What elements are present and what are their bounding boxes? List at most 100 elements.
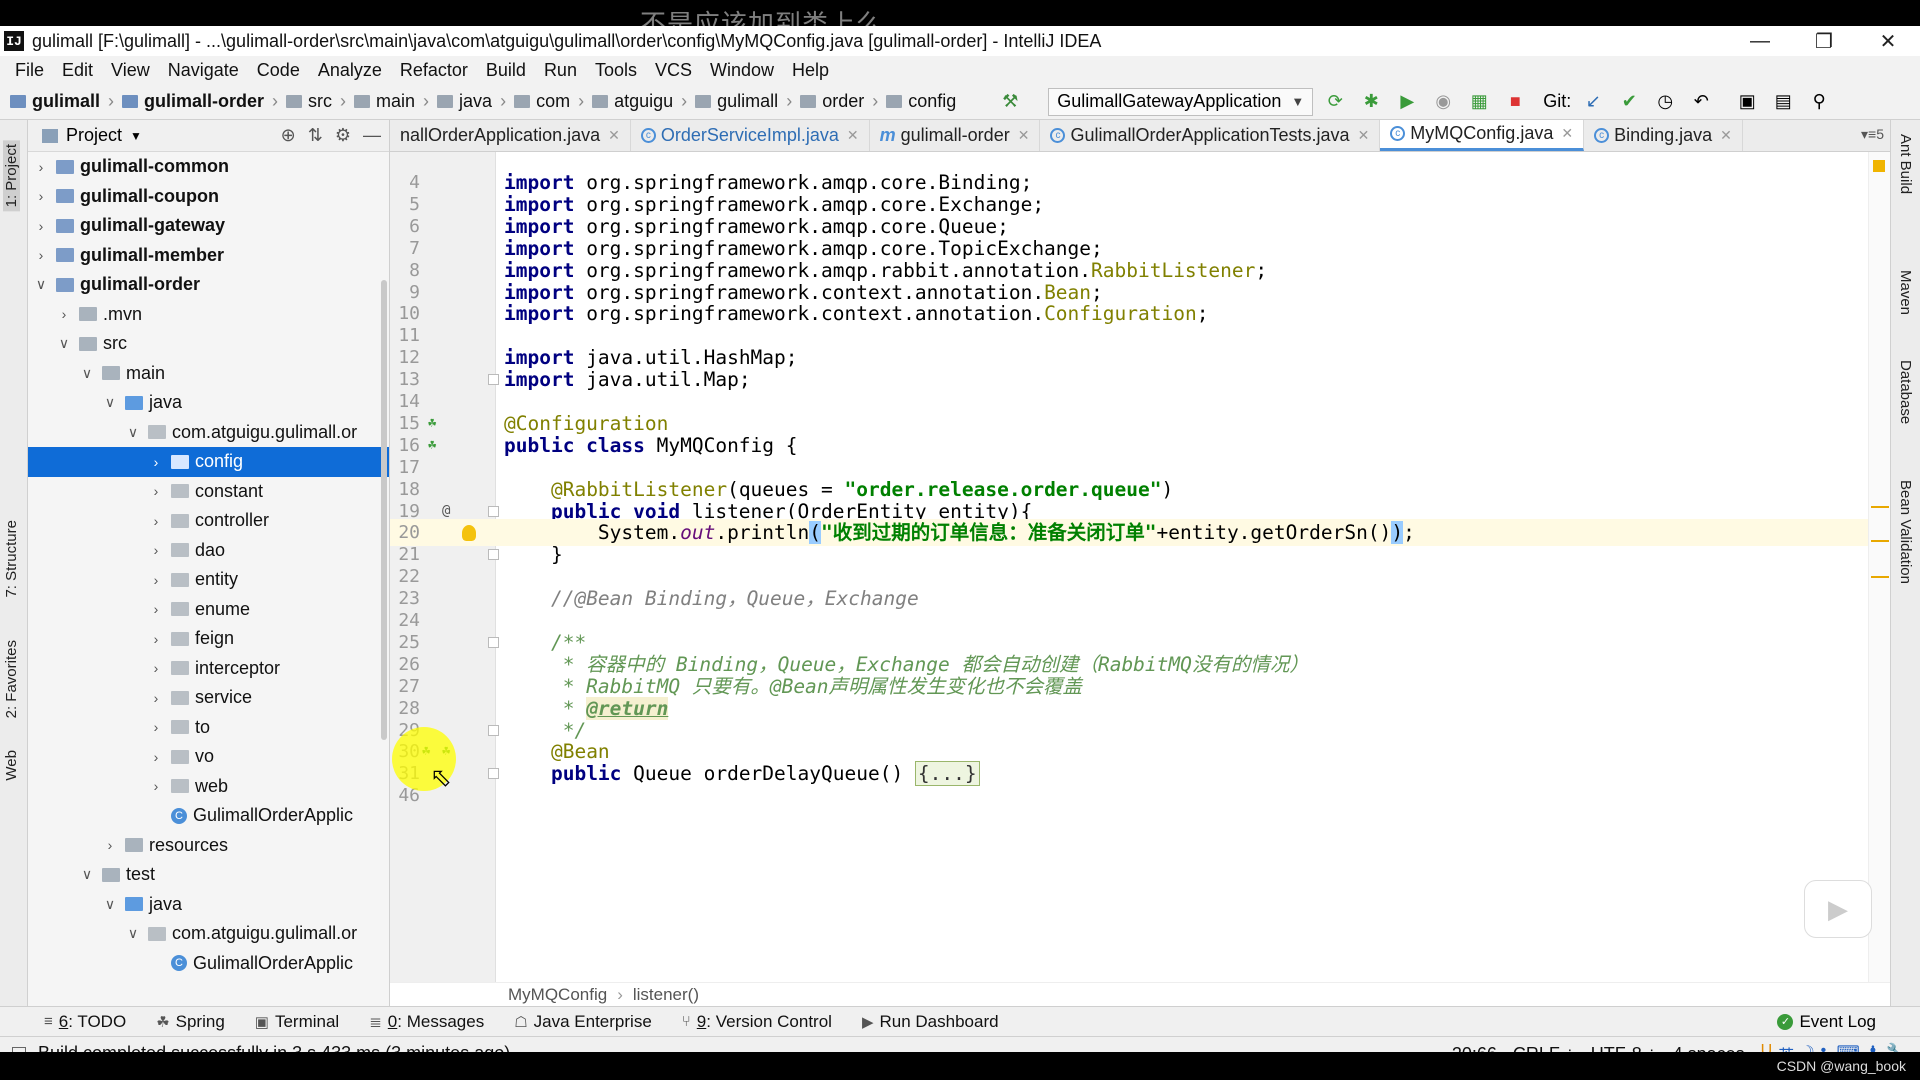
fold-marker-icon[interactable] — [488, 724, 499, 736]
tree-item[interactable]: › feign — [28, 624, 389, 654]
chevron-right-icon[interactable]: › — [103, 837, 117, 853]
stop-icon[interactable]: ■ — [1501, 88, 1529, 116]
ime-language[interactable]: 英 — [1778, 1042, 1794, 1052]
menu-vcs[interactable]: VCS — [646, 60, 701, 81]
menu-build[interactable]: Build — [477, 60, 535, 81]
tool-tab[interactable]: ≣ 0: Messages — [369, 1012, 484, 1032]
editor-tab[interactable]: c OrderServiceImpl.java ✕ — [631, 120, 870, 151]
tree-item[interactable]: › entity — [28, 565, 389, 595]
caret-position[interactable]: 20:66 — [1452, 1044, 1497, 1053]
coverage-icon[interactable]: ▶ — [1393, 88, 1421, 116]
layout-icon[interactable]: ▤ — [1769, 88, 1797, 116]
breadcrumb-item[interactable]: src › — [286, 91, 354, 112]
stripe-mark[interactable] — [1871, 506, 1889, 508]
menu-help[interactable]: Help — [783, 60, 838, 81]
status-toggle-icon[interactable] — [12, 1046, 26, 1052]
fold-marker-icon[interactable] — [488, 374, 499, 386]
tree-item[interactable]: ∨ com.atguigu.gulimall.or — [28, 418, 389, 448]
tab-structure[interactable]: 7: Structure — [3, 520, 20, 598]
file-encoding[interactable]: UTF-8 ÷ — [1591, 1044, 1657, 1053]
tree-item[interactable]: › web — [28, 772, 389, 802]
chevron-down-icon[interactable]: ∨ — [103, 394, 117, 411]
menu-window[interactable]: Window — [701, 60, 783, 81]
tree-item[interactable]: › resources — [28, 831, 389, 861]
breadcrumb-item[interactable]: com › — [514, 91, 592, 112]
project-panel-title[interactable]: Project — [66, 125, 122, 146]
breadcrumb-class[interactable]: MyMQConfig — [508, 985, 607, 1005]
tree-item[interactable]: › gulimall-member — [28, 241, 389, 271]
code-line[interactable]: 46 — [390, 782, 1890, 809]
chevron-right-icon[interactable]: › — [149, 513, 163, 529]
menu-code[interactable]: Code — [248, 60, 309, 81]
tree-item[interactable]: › vo — [28, 742, 389, 772]
tree-item[interactable]: › gulimall-coupon — [28, 182, 389, 212]
chevron-right-icon[interactable]: › — [149, 660, 163, 676]
tree-item[interactable]: › constant — [28, 477, 389, 507]
chevron-right-icon[interactable]: › — [34, 247, 48, 263]
attach-icon[interactable]: ▦ — [1465, 88, 1493, 116]
chevron-down-icon[interactable]: ∨ — [80, 866, 94, 883]
tree-item[interactable]: ∨ main — [28, 359, 389, 389]
chevron-down-icon[interactable]: ∨ — [126, 925, 140, 942]
chevron-right-icon[interactable]: › — [149, 749, 163, 765]
search-icon[interactable]: ⚲ — [1805, 88, 1833, 116]
user-icon[interactable]: ♟ — [1866, 1042, 1880, 1052]
tree-item[interactable]: › enume — [28, 595, 389, 625]
locate-icon[interactable]: ⊕ — [281, 125, 296, 146]
tree-item[interactable]: ∨ src — [28, 329, 389, 359]
chevron-right-icon[interactable]: › — [149, 454, 163, 470]
line-separator[interactable]: CRLF ÷ — [1513, 1044, 1575, 1053]
editor-tab[interactable]: nallOrderApplication.java ✕ — [390, 120, 631, 151]
breadcrumb-item[interactable]: order › — [800, 91, 886, 112]
run-configuration-select[interactable]: GulimallGatewayApplication ▼ — [1048, 87, 1314, 116]
tab-project[interactable]: 1: Project — [3, 140, 20, 212]
breadcrumb-item[interactable]: gulimall › — [695, 91, 800, 112]
hide-icon[interactable]: — — [363, 125, 381, 146]
close-tab-icon[interactable]: ✕ — [1720, 127, 1732, 144]
minimize-icon[interactable]: — — [1728, 26, 1792, 56]
fold-marker-icon[interactable] — [488, 505, 499, 517]
menu-tools[interactable]: Tools — [586, 60, 646, 81]
chevron-down-icon[interactable]: ∨ — [34, 276, 48, 293]
tab-ant-build[interactable]: Ant Build — [1897, 134, 1914, 194]
chevron-right-icon[interactable]: › — [149, 719, 163, 735]
punctuation-icon[interactable]: •, — [1821, 1042, 1831, 1052]
indent-setting[interactable]: 4 spaces — [1673, 1044, 1745, 1053]
chevron-right-icon[interactable]: › — [149, 572, 163, 588]
chevron-down-icon[interactable]: ∨ — [103, 896, 117, 913]
git-commit-icon[interactable]: ✔ — [1615, 88, 1643, 116]
tree-item[interactable]: › gulimall-gateway — [28, 211, 389, 241]
breadcrumb-item[interactable]: main › — [354, 91, 437, 112]
debug-icon[interactable]: ✱ — [1357, 88, 1385, 116]
tree-item[interactable]: › interceptor — [28, 654, 389, 684]
chevron-right-icon[interactable]: › — [34, 188, 48, 204]
close-tab-icon[interactable]: ✕ — [1358, 127, 1370, 144]
tree-item[interactable]: ∨ test — [28, 860, 389, 890]
tree-item[interactable]: C GulimallOrderApplic — [28, 949, 389, 979]
tree-item[interactable]: C GulimallOrderApplic — [28, 801, 389, 831]
tree-item[interactable]: ∨ java — [28, 388, 389, 418]
video-play-icon[interactable]: ▶ — [1804, 880, 1872, 938]
breadcrumb-item[interactable]: config — [886, 91, 956, 112]
tool-tab[interactable]: ▣ Terminal — [255, 1012, 339, 1032]
menu-view[interactable]: View — [102, 60, 159, 81]
keyboard-icon[interactable]: ⌨ — [1837, 1042, 1860, 1052]
breadcrumb-method[interactable]: listener() — [633, 985, 699, 1005]
tree-item[interactable]: ∨ gulimall-order — [28, 270, 389, 300]
chevron-right-icon[interactable]: › — [149, 542, 163, 558]
close-tab-icon[interactable]: ✕ — [847, 127, 859, 144]
tree-item[interactable]: › controller — [28, 506, 389, 536]
breadcrumb-item[interactable]: gulimall › — [10, 91, 122, 112]
tree-item[interactable]: › .mvn — [28, 300, 389, 330]
tree-item[interactable]: › config — [28, 447, 389, 477]
close-tab-icon[interactable]: ✕ — [1561, 125, 1573, 142]
ime-logo-icon[interactable]: U — [1761, 1042, 1773, 1052]
project-structure-icon[interactable]: ▣ — [1733, 88, 1761, 116]
editor-tab[interactable]: c GulimallOrderApplicationTests.java ✕ — [1040, 120, 1381, 151]
tab-favorites[interactable]: 2: Favorites — [3, 640, 20, 718]
tab-web[interactable]: Web — [3, 750, 20, 781]
menu-analyze[interactable]: Analyze — [309, 60, 391, 81]
close-tab-icon[interactable]: ✕ — [608, 127, 620, 144]
moon-icon[interactable]: ☽ — [1800, 1042, 1814, 1052]
breadcrumb-item[interactable]: gulimall-order › — [122, 91, 286, 112]
